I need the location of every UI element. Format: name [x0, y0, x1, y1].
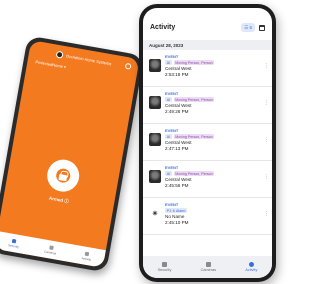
nav-activity[interactable]: Activity — [81, 251, 92, 261]
background-phone: OvrAdmin Home Systems ProtectedHome ▾ Ar… — [0, 35, 145, 273]
detection-tag: Moving Person, Person — [173, 134, 215, 140]
app-title: OvrAdmin Home Systems — [65, 52, 112, 66]
camera-icon — [48, 244, 54, 250]
ai-tag: AI — [165, 171, 172, 177]
ai-tag: AI — [165, 97, 172, 103]
detection-tag: Moving Person, Person — [173, 171, 215, 177]
event-thumbnail — [149, 133, 161, 146]
page-title: Activity — [150, 24, 176, 31]
nav-cameras[interactable]: Cameras — [201, 262, 216, 272]
shield-icon — [12, 238, 17, 244]
top-bar: Activity ☰ 6 — [143, 8, 272, 36]
list-item[interactable]: EVENT AI Moving Person, Person Central We… — [143, 50, 272, 87]
security-screen: OvrAdmin Home Systems ProtectedHome ▾ Ar… — [0, 40, 140, 268]
event-thumbnail — [149, 59, 161, 72]
activity-list: EVENT AI Moving Person, Person Central We… — [143, 50, 272, 235]
filter-button[interactable]: ☰ 6 — [241, 23, 255, 32]
event-thumbnail — [149, 96, 161, 109]
bottom-nav: Security Cameras Activity — [143, 256, 272, 278]
activity-screen: Activity ☰ 6 August 28, 2023 EVENT AI Mov… — [143, 8, 272, 278]
more-options-icon[interactable]: ⋮ — [264, 101, 269, 106]
event-location: No Name — [165, 214, 185, 220]
brand-logo-icon — [55, 50, 64, 59]
more-options-icon[interactable]: ⋮ — [264, 138, 269, 143]
event-time: 2:45:10 PM — [165, 220, 189, 226]
event-label: EVENT — [165, 91, 179, 96]
more-options-icon[interactable]: ⋮ — [264, 175, 269, 180]
event-label: EVENT — [165, 202, 179, 207]
list-item[interactable]: EVENT AI Moving Person, Person Central We… — [143, 161, 272, 198]
ai-tag: AI — [165, 60, 172, 66]
bottom-nav: Security Cameras Activity — [0, 231, 106, 268]
ai-tag: AI — [165, 134, 172, 140]
shield-icon — [162, 262, 167, 267]
nav-cameras[interactable]: Cameras — [44, 244, 58, 255]
more-options-icon[interactable]: ⋮ — [264, 64, 269, 69]
alarm-icon: ✷ — [151, 209, 159, 218]
calendar-icon[interactable] — [259, 24, 265, 31]
event-thumbnail — [149, 170, 161, 183]
nav-security[interactable]: Security — [8, 238, 20, 249]
list-item[interactable]: ✷ EVENT P1 ↯ Alarm No Name 2:45:10 PM ⋮ — [143, 198, 272, 235]
list-item[interactable]: EVENT AI Moving Person, Person Central We… — [143, 87, 272, 124]
alarm-tag: P1 ↯ Alarm — [165, 208, 188, 214]
event-label: EVENT — [165, 128, 179, 133]
date-header: August 28, 2023 — [143, 40, 272, 50]
activity-icon — [248, 262, 254, 267]
camera-icon — [205, 262, 211, 267]
event-time: 2:47:13 PM — [165, 146, 189, 152]
nav-activity[interactable]: Activity — [245, 262, 257, 272]
event-location: Central West — [165, 140, 192, 146]
gear-icon[interactable] — [124, 62, 132, 70]
list-item[interactable]: EVENT AI Moving Person, Person Central We… — [143, 124, 272, 161]
event-location: Central West — [165, 177, 192, 183]
top-actions: ☰ 6 — [241, 23, 265, 32]
armed-status: Armed ⓘ — [48, 195, 70, 204]
event-location: Central West — [165, 66, 192, 72]
event-time: 2:45:56 PM — [165, 183, 189, 189]
event-time: 2:49:26 PM — [165, 109, 189, 115]
arm-toggle-button[interactable] — [44, 157, 82, 195]
foreground-phone: Activity ☰ 6 August 28, 2023 EVENT AI Mov… — [139, 4, 276, 282]
event-label: EVENT — [165, 165, 179, 170]
more-options-icon[interactable]: ⋮ — [264, 212, 269, 217]
detection-tag: Moving Person, Person — [173, 97, 215, 103]
lock-icon — [55, 167, 72, 184]
event-location: Central West — [165, 103, 192, 109]
event-label: EVENT — [165, 54, 179, 59]
detection-tag: Moving Person, Person — [173, 60, 215, 66]
activity-icon — [85, 251, 90, 256]
event-time: 2:53:18 PM — [165, 72, 189, 78]
nav-security[interactable]: Security — [158, 262, 171, 272]
